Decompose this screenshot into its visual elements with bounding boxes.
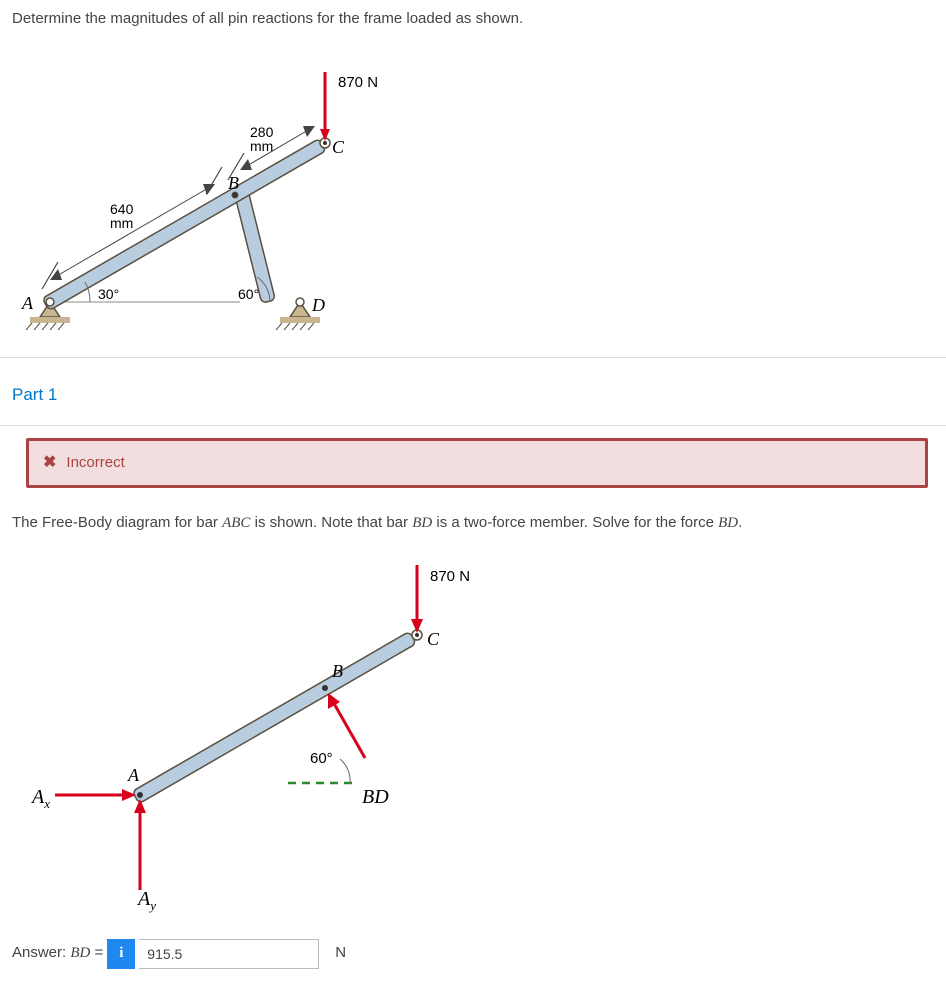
answer-unit: N <box>335 942 346 965</box>
svg-text:B: B <box>228 173 239 193</box>
svg-text:Ax: Ax <box>30 786 50 811</box>
svg-text:mm: mm <box>110 215 133 231</box>
divider <box>0 425 946 426</box>
svg-text:A: A <box>127 765 140 785</box>
fbd-figure: 870 N 60° A B C Ax Ay BD <box>10 555 490 915</box>
instruction-text: The Free-Body diagram for bar ABC is sho… <box>0 512 946 555</box>
main-figure: 870 N 640 mm 280 mm 30° <box>10 47 430 337</box>
answer-label: Answer: BD = <box>12 942 103 965</box>
feedback-text: Incorrect <box>66 452 124 475</box>
svg-text:D: D <box>311 295 325 315</box>
svg-text:60°: 60° <box>310 750 333 767</box>
info-icon[interactable]: i <box>107 939 135 969</box>
svg-text:C: C <box>332 137 345 157</box>
svg-text:870 N: 870 N <box>338 74 378 91</box>
svg-text:870 N: 870 N <box>430 568 470 585</box>
x-icon: ✖ <box>43 451 56 475</box>
svg-text:30°: 30° <box>98 286 119 302</box>
part-header[interactable]: Part 1 <box>0 358 946 426</box>
svg-text:60°: 60° <box>238 286 259 302</box>
svg-text:Ay: Ay <box>136 888 156 913</box>
answer-row: Answer: BD = i N <box>0 915 946 981</box>
svg-text:C: C <box>427 629 440 649</box>
svg-text:BD: BD <box>362 786 389 808</box>
svg-text:B: B <box>332 661 343 681</box>
svg-text:mm: mm <box>250 138 273 154</box>
feedback-incorrect: ✖ Incorrect <box>26 438 928 488</box>
svg-text:A: A <box>21 293 34 313</box>
answer-input[interactable] <box>139 939 319 969</box>
question-text: Determine the magnitudes of all pin reac… <box>0 0 946 47</box>
